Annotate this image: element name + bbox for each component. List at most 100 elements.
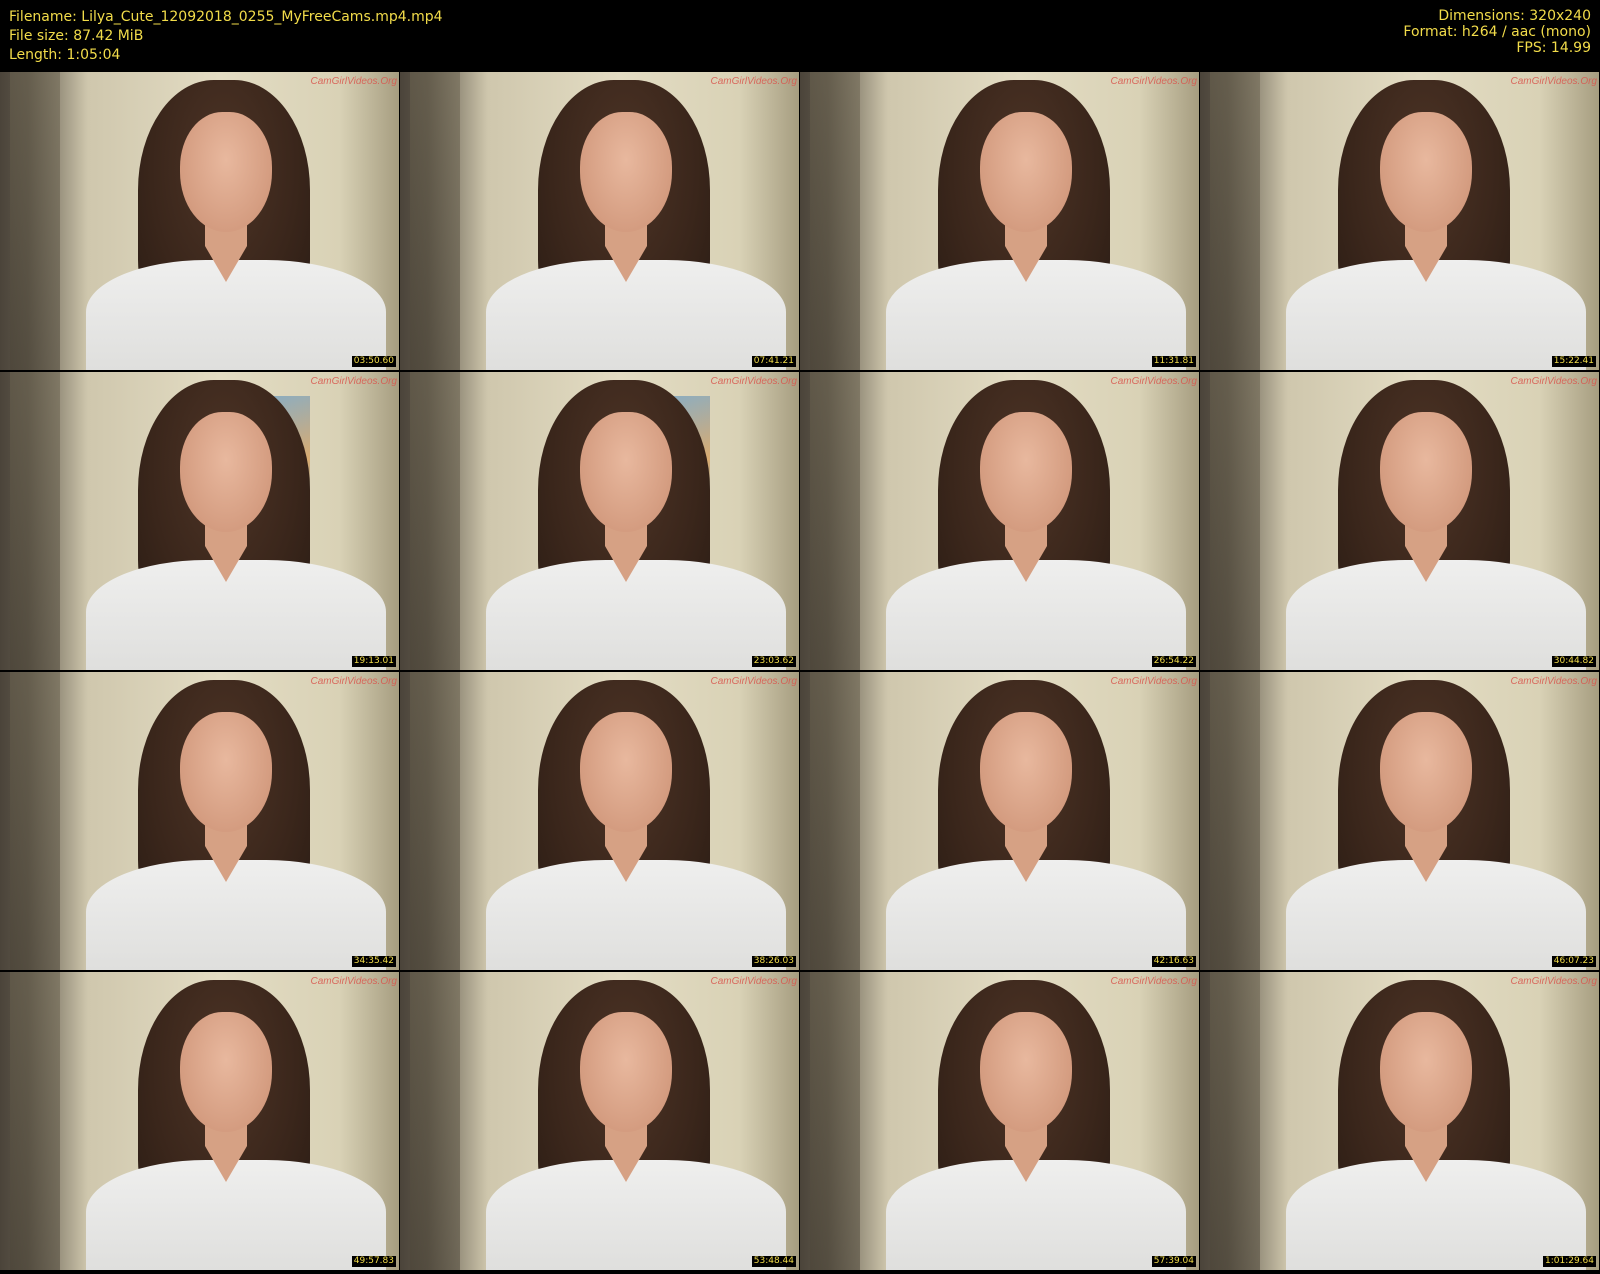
person-shirt	[86, 1160, 386, 1270]
background-door	[810, 372, 860, 670]
info-header: Filename: Lilya_Cute_12092018_0255_MyFre…	[0, 0, 1600, 72]
person-shirt	[486, 860, 786, 970]
person-face	[180, 412, 272, 532]
background-door	[10, 672, 60, 970]
video-thumbnail: CamGirlVideos.Org 11:31.81	[800, 72, 1199, 370]
video-thumbnail: CamGirlVideos.Org 57:39.04	[800, 972, 1199, 1270]
person-shirt	[886, 860, 1186, 970]
person-shirt	[1286, 1160, 1586, 1270]
watermark-text: CamGirlVideos.Org	[310, 376, 397, 387]
thumbnail-grid: CamGirlVideos.Org 03:50.60 CamGirlVideos.O…	[0, 72, 1600, 1274]
video-thumbnail: CamGirlVideos.Org 03:50.60	[0, 72, 399, 370]
timestamp-label: 53:48.44	[751, 1256, 796, 1267]
timestamp-label: 26:54.22	[1151, 656, 1196, 667]
file-info-right: Dimensions: 320x240 Format: h264 / aac (…	[1403, 8, 1591, 56]
person-shirt	[486, 1160, 786, 1270]
watermark-text: CamGirlVideos.Org	[310, 976, 397, 987]
background-door	[10, 972, 60, 1270]
background-door	[1210, 72, 1260, 370]
video-thumbnail: CamGirlVideos.Org 23:03.62	[400, 372, 799, 670]
background-door	[410, 372, 460, 670]
person-shirt	[486, 260, 786, 370]
background-door	[810, 972, 860, 1270]
video-thumbnail: CamGirlVideos.Org 26:54.22	[800, 372, 1199, 670]
video-thumbnail: CamGirlVideos.Org 34:35.42	[0, 672, 399, 970]
person-shirt	[886, 1160, 1186, 1270]
watermark-text: CamGirlVideos.Org	[310, 676, 397, 687]
timestamp-label: 49:57.83	[351, 1256, 396, 1267]
person-face	[1380, 412, 1472, 532]
person-shirt	[886, 560, 1186, 670]
background-door	[410, 72, 460, 370]
video-thumbnail: CamGirlVideos.Org 07:41.21	[400, 72, 799, 370]
background-door	[1210, 972, 1260, 1270]
watermark-text: CamGirlVideos.Org	[1110, 76, 1197, 87]
watermark-text: CamGirlVideos.Org	[1510, 376, 1597, 387]
timestamp-label: 15:22.41	[1551, 356, 1596, 367]
video-thumbnail: CamGirlVideos.Org 1:01:29.64	[1200, 972, 1599, 1270]
video-thumbnail: CamGirlVideos.Org 30:44.82	[1200, 372, 1599, 670]
length-text: Length: 1:05:04	[9, 47, 121, 63]
watermark-text: CamGirlVideos.Org	[1110, 676, 1197, 687]
fps-text: FPS: 14.99	[1516, 40, 1591, 56]
video-thumbnail: CamGirlVideos.Org 15:22.41	[1200, 72, 1599, 370]
timestamp-label: 57:39.04	[1151, 1256, 1196, 1267]
timestamp-label: 46:07.23	[1551, 956, 1596, 967]
timestamp-label: 1:01:29.64	[1542, 1256, 1596, 1267]
person-shirt	[86, 560, 386, 670]
timestamp-label: 42:16.63	[1151, 956, 1196, 967]
person-face	[980, 712, 1072, 832]
person-face	[180, 1012, 272, 1132]
timestamp-label: 19:13.01	[351, 656, 396, 667]
watermark-text: CamGirlVideos.Org	[710, 676, 797, 687]
person-face	[1380, 712, 1472, 832]
background-door	[410, 972, 460, 1270]
timestamp-label: 03:50.60	[351, 356, 396, 367]
person-face	[180, 712, 272, 832]
video-thumbnail: CamGirlVideos.Org 49:57.83	[0, 972, 399, 1270]
watermark-text: CamGirlVideos.Org	[1510, 976, 1597, 987]
person-shirt	[886, 260, 1186, 370]
timestamp-label: 23:03.62	[751, 656, 796, 667]
background-door	[810, 672, 860, 970]
background-door	[1210, 372, 1260, 670]
person-face	[580, 112, 672, 232]
background-door	[10, 372, 60, 670]
timestamp-label: 34:35.42	[351, 956, 396, 967]
background-door	[10, 72, 60, 370]
watermark-text: CamGirlVideos.Org	[1510, 676, 1597, 687]
person-face	[1380, 112, 1472, 232]
watermark-text: CamGirlVideos.Org	[1110, 976, 1197, 987]
person-shirt	[86, 860, 386, 970]
timestamp-label: 07:41.21	[751, 356, 796, 367]
person-shirt	[1286, 260, 1586, 370]
video-thumbnail: CamGirlVideos.Org 42:16.63	[800, 672, 1199, 970]
person-shirt	[86, 260, 386, 370]
format-text: Format: h264 / aac (mono)	[1403, 24, 1591, 40]
watermark-text: CamGirlVideos.Org	[1510, 76, 1597, 87]
timestamp-label: 38:26.03	[751, 956, 796, 967]
timestamp-label: 11:31.81	[1151, 356, 1196, 367]
file-info-left: Filename: Lilya_Cute_12092018_0255_MyFre…	[9, 8, 443, 65]
person-face	[980, 1012, 1072, 1132]
video-thumbnail: CamGirlVideos.Org 19:13.01	[0, 372, 399, 670]
person-shirt	[1286, 860, 1586, 970]
filename-text: Filename: Lilya_Cute_12092018_0255_MyFre…	[9, 9, 443, 25]
background-door	[810, 72, 860, 370]
watermark-text: CamGirlVideos.Org	[310, 76, 397, 87]
dimensions-text: Dimensions: 320x240	[1438, 8, 1591, 24]
person-face	[180, 112, 272, 232]
video-thumbnail: CamGirlVideos.Org 46:07.23	[1200, 672, 1599, 970]
watermark-text: CamGirlVideos.Org	[1110, 376, 1197, 387]
filesize-text: File size: 87.42 MiB	[9, 28, 144, 44]
person-face	[580, 712, 672, 832]
video-thumbnail: CamGirlVideos.Org 53:48.44	[400, 972, 799, 1270]
person-face	[980, 112, 1072, 232]
watermark-text: CamGirlVideos.Org	[710, 76, 797, 87]
background-door	[410, 672, 460, 970]
background-door	[1210, 672, 1260, 970]
person-face	[980, 412, 1072, 532]
watermark-text: CamGirlVideos.Org	[710, 976, 797, 987]
person-shirt	[1286, 560, 1586, 670]
person-face	[1380, 1012, 1472, 1132]
